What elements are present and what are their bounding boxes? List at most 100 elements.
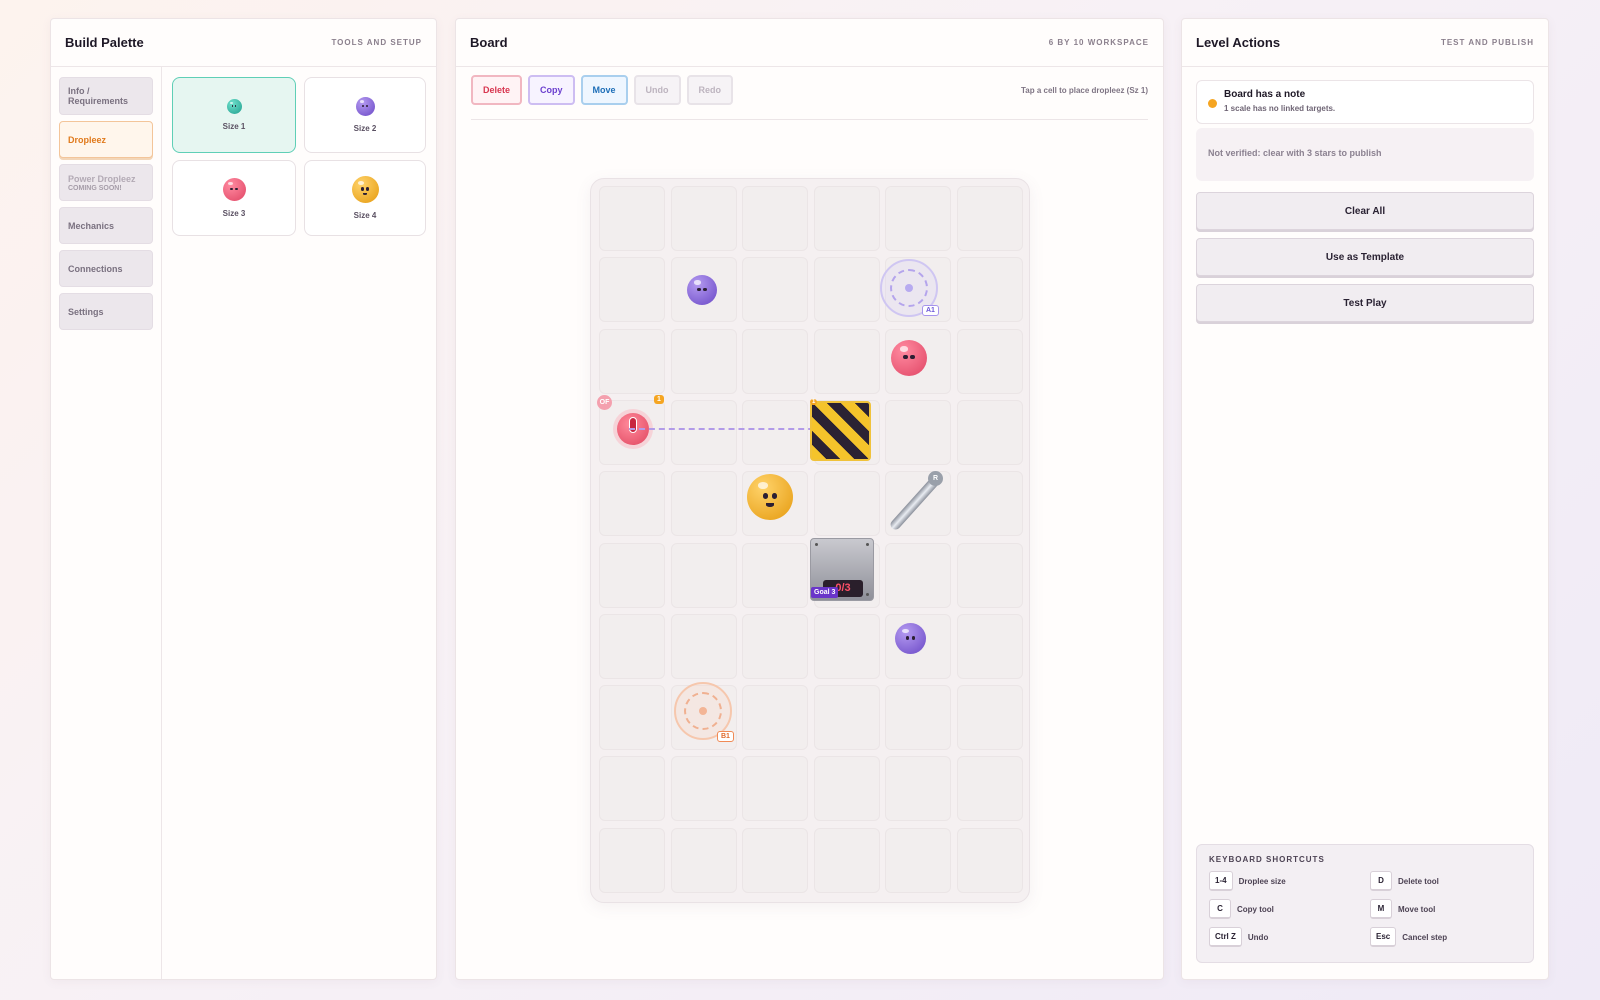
board-cell[interactable]	[742, 257, 808, 323]
tab-label: Mechanics	[68, 220, 115, 231]
level-board[interactable]: A1 OF 1 1 R 0/3 Goal 3 B1	[590, 178, 1030, 903]
board-cell[interactable]	[670, 399, 737, 465]
board-cell[interactable]	[670, 471, 737, 537]
target-center-dot	[905, 284, 913, 292]
warning-dot-icon	[1208, 99, 1217, 108]
move-button[interactable]: Move	[580, 75, 628, 105]
board-cell[interactable]	[670, 827, 737, 893]
placement-hint: Tap a cell to place dropleez (Sz 1)	[1021, 86, 1148, 95]
size-2-card[interactable]: Size 2	[304, 77, 426, 153]
purple-droplee[interactable]	[895, 623, 926, 654]
board-cell[interactable]	[956, 613, 1023, 679]
tab-mechanics[interactable]: Mechanics	[59, 207, 153, 244]
goal-block[interactable]: 0/3 Goal 3	[810, 538, 874, 601]
board-cell[interactable]	[813, 328, 880, 394]
board-cell[interactable]	[670, 186, 737, 251]
size-3-card[interactable]: Size 3	[172, 160, 296, 236]
redo-button: Redo	[686, 75, 734, 105]
tab-info-requirements[interactable]: Info / Requirements	[59, 77, 153, 115]
red-droplee[interactable]	[891, 340, 927, 376]
board-cell[interactable]	[599, 328, 665, 394]
board-cell[interactable]	[956, 542, 1023, 608]
goal-label: Goal 3	[811, 587, 839, 598]
board-cell[interactable]	[813, 471, 880, 537]
tab-label: Settings	[68, 306, 104, 317]
board-cell[interactable]	[742, 827, 808, 893]
board-cell[interactable]	[599, 613, 665, 679]
board-cell[interactable]	[813, 827, 880, 893]
tab-dropleez[interactable]: Dropleez	[59, 121, 153, 158]
board-cell[interactable]	[742, 756, 808, 822]
board-cell[interactable]	[742, 685, 808, 751]
purple-droplee[interactable]	[687, 275, 717, 305]
shortcut-item: M Move tool	[1370, 899, 1510, 919]
shortcut-item: D Delete tool	[1370, 871, 1510, 891]
droplee-size-palette: Size 1 Size 2 Size 3 Size 4	[162, 67, 436, 979]
target-tag: A1	[922, 305, 939, 316]
palette-header: Build Palette TOOLS AND SETUP	[51, 19, 436, 67]
size-label: Size 1	[222, 122, 246, 131]
board-cell[interactable]	[813, 186, 880, 251]
size-1-card[interactable]: Size 1	[172, 77, 296, 153]
board-cell[interactable]	[599, 756, 665, 822]
switch-link-badge: 1	[654, 395, 664, 404]
board-cell[interactable]	[599, 685, 665, 751]
board-cell[interactable]	[956, 399, 1023, 465]
board-cell[interactable]	[742, 328, 808, 394]
board-cell[interactable]	[813, 685, 880, 751]
shortcut-key: 1-4	[1209, 871, 1233, 891]
tab-connections[interactable]: Connections	[59, 250, 153, 287]
use-as-template-button[interactable]: Use as Template	[1196, 238, 1534, 276]
board-cell[interactable]	[599, 471, 665, 537]
board-cell[interactable]	[885, 542, 951, 608]
board-cell[interactable]	[956, 186, 1023, 251]
build-palette-panel: Build Palette TOOLS AND SETUP Info / Req…	[50, 18, 437, 980]
undo-button: Undo	[633, 75, 681, 105]
board-cell[interactable]	[599, 542, 665, 608]
board-cell[interactable]	[885, 685, 951, 751]
shortcut-label: Copy tool	[1237, 904, 1274, 914]
board-cell[interactable]	[885, 399, 951, 465]
test-play-button[interactable]: Test Play	[1196, 284, 1534, 322]
tab-label: Dropleez	[68, 134, 107, 145]
board-cell[interactable]	[599, 257, 665, 323]
verification-status: Not verified: clear with 3 stars to publ…	[1196, 128, 1534, 181]
actions-subtitle: TEST AND PUBLISH	[1440, 38, 1534, 47]
actions-title: Level Actions	[1196, 35, 1281, 50]
pipe-badge: R	[928, 471, 943, 486]
board-cell[interactable]	[956, 328, 1023, 394]
board-cell[interactable]	[956, 685, 1023, 751]
board-cell[interactable]	[956, 827, 1023, 893]
board-cell[interactable]	[813, 613, 880, 679]
board-cell[interactable]	[742, 186, 808, 251]
board-cell[interactable]	[813, 756, 880, 822]
clear-all-button[interactable]: Clear All	[1196, 192, 1534, 230]
size-4-card[interactable]: Size 4	[304, 160, 426, 236]
hazard-gate-icon[interactable]	[810, 401, 871, 461]
board-cell[interactable]	[742, 542, 808, 608]
copy-button[interactable]: Copy	[528, 75, 575, 105]
board-cell[interactable]	[599, 186, 665, 251]
board-cell[interactable]	[742, 613, 808, 679]
board-cell[interactable]	[885, 186, 951, 251]
target-a1[interactable]: A1	[880, 259, 940, 319]
board-cell[interactable]	[670, 613, 737, 679]
board-cell[interactable]	[956, 471, 1023, 537]
board-cell[interactable]	[813, 257, 880, 323]
orange-droplee-icon	[351, 176, 379, 203]
tab-settings[interactable]: Settings	[59, 293, 153, 330]
board-cell[interactable]	[670, 756, 737, 822]
board-cell[interactable]	[956, 756, 1023, 822]
size-label: Size 2	[353, 124, 377, 133]
board-cell[interactable]	[670, 328, 737, 394]
orange-droplee[interactable]	[747, 474, 793, 520]
board-cell[interactable]	[670, 542, 737, 608]
board-cell[interactable]	[742, 399, 808, 465]
board-cell[interactable]	[885, 827, 951, 893]
board-cell[interactable]	[885, 756, 951, 822]
pipe-piece[interactable]: R	[881, 471, 943, 533]
board-cell[interactable]	[956, 257, 1023, 323]
board-cell[interactable]	[599, 827, 665, 893]
delete-button[interactable]: Delete	[471, 75, 523, 105]
target-b1[interactable]: B1	[674, 682, 736, 744]
